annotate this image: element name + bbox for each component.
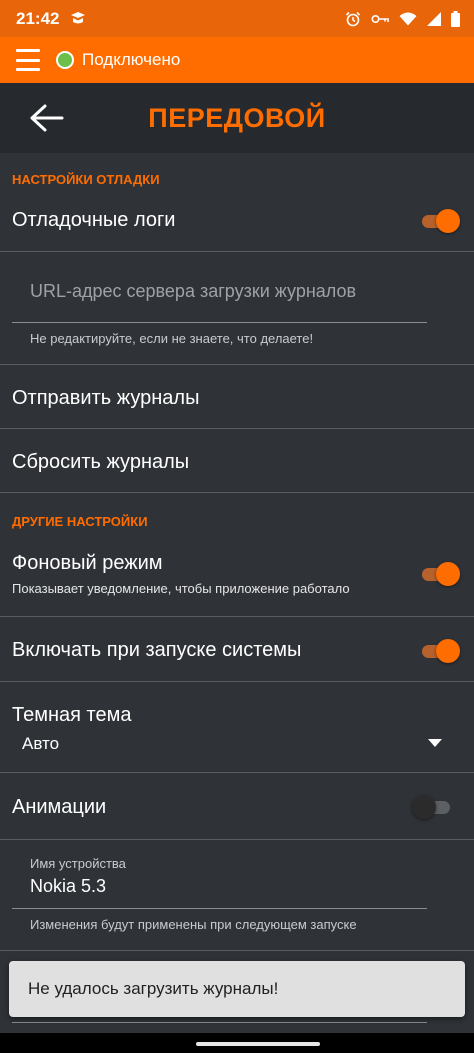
debug-logs-toggle[interactable] xyxy=(420,209,460,233)
background-mode-toggle[interactable] xyxy=(420,562,460,586)
wifi-icon xyxy=(399,12,417,25)
connection-status-dot xyxy=(56,51,74,69)
dark-theme-select[interactable] xyxy=(0,728,474,760)
log-url-help: Не редактируйте, если не знаете, что дел… xyxy=(30,331,314,346)
device-name-input[interactable]: Nokia 5.3 xyxy=(30,876,106,897)
log-url-underline xyxy=(12,322,427,323)
battery-icon xyxy=(451,10,460,27)
divider xyxy=(0,251,474,252)
app-notification-icon xyxy=(71,11,86,23)
dropdown-caret-icon[interactable] xyxy=(428,739,442,747)
menu-icon[interactable] xyxy=(16,49,40,71)
vpn-key-icon xyxy=(371,14,389,23)
next-field-underline xyxy=(12,1022,427,1023)
page-header: ПЕРЕДОВОЙ xyxy=(0,83,474,153)
divider xyxy=(0,839,474,840)
status-bar: 21:42 xyxy=(0,0,474,37)
page-title: ПЕРЕДОВОЙ xyxy=(148,103,326,133)
snackbar: Не удалось загрузить журналы! xyxy=(9,961,465,1017)
device-name-underline xyxy=(12,908,427,909)
start-on-boot-toggle[interactable] xyxy=(420,639,460,663)
gesture-handle[interactable] xyxy=(196,1042,320,1046)
reset-logs-label: Сбросить журналы xyxy=(12,451,190,473)
status-time: 21:42 xyxy=(16,8,60,28)
alarm-icon xyxy=(345,11,361,26)
divider xyxy=(0,681,474,682)
background-mode-title: Фоновый режим xyxy=(12,552,163,574)
background-mode-subtitle: Показывает уведомление, чтобы приложение… xyxy=(12,581,350,596)
divider xyxy=(0,950,474,951)
signal-icon xyxy=(427,11,441,26)
dark-theme-title: Темная тема xyxy=(12,704,132,726)
animations-toggle[interactable] xyxy=(412,795,452,819)
snackbar-message: Не удалось загрузить журналы! xyxy=(28,979,279,998)
navigation-bar xyxy=(0,1033,474,1053)
device-name-help: Изменения будут применены при следующем … xyxy=(30,917,357,932)
animations-title: Анимации xyxy=(12,796,107,818)
device-name-label: Имя устройства xyxy=(30,856,126,871)
dark-theme-selected-value: Авто xyxy=(22,734,60,753)
log-url-input[interactable]: URL-адрес сервера загрузки журналов xyxy=(30,281,356,302)
divider xyxy=(0,492,474,493)
debug-logs-title: Отладочные логи xyxy=(12,209,176,231)
section-label-debug: НАСТРОЙКИ ОТЛАДКИ xyxy=(12,172,160,187)
start-on-boot-title: Включать при запуске системы xyxy=(12,639,302,661)
app-bar: Подключено xyxy=(0,37,474,83)
send-logs-label: Отправить журналы xyxy=(12,387,200,409)
connection-status-label: Подключено xyxy=(82,50,181,69)
section-label-other: ДРУГИЕ НАСТРОЙКИ xyxy=(12,514,148,529)
